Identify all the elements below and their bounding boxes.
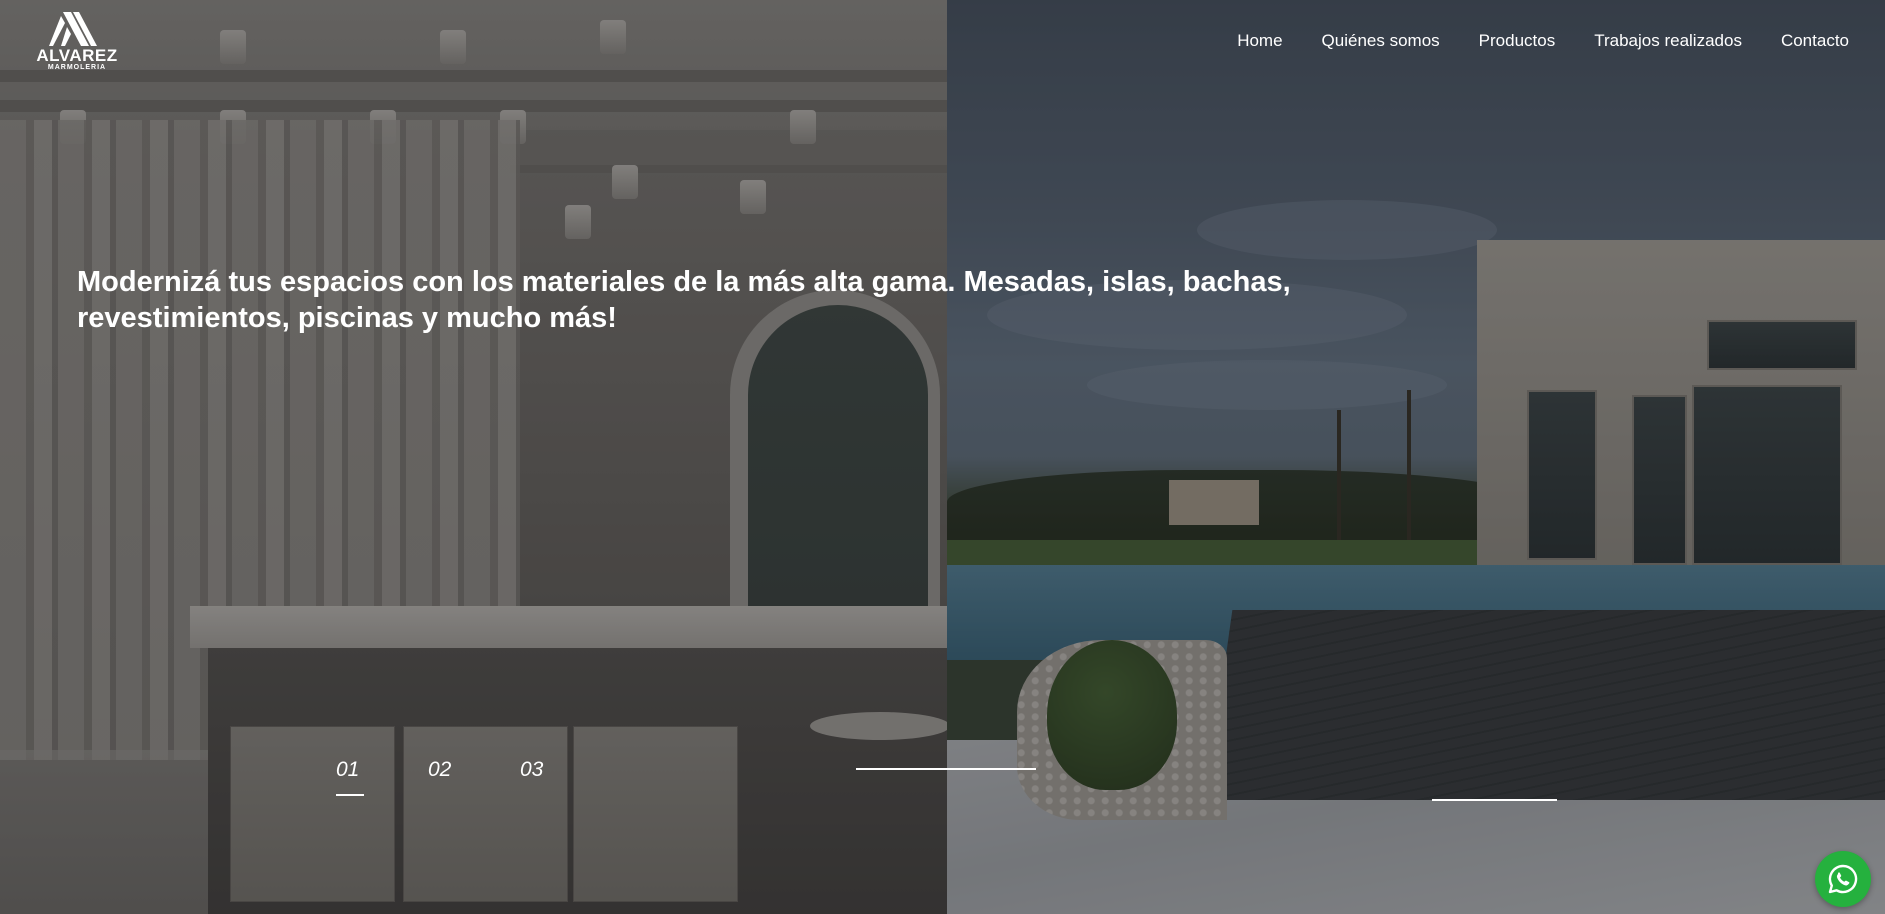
hero-section: ALVAREZ MARMOLERIA Home Quiénes somos Pr…: [0, 0, 1885, 914]
nav-item-productos[interactable]: Productos: [1479, 30, 1556, 52]
dark-overlay: [0, 0, 1885, 914]
nav-item-trabajos-realizados[interactable]: Trabajos realizados: [1594, 30, 1742, 52]
site-logo[interactable]: ALVAREZ MARMOLERIA: [32, 12, 122, 74]
main-nav: Home Quiénes somos Productos Trabajos re…: [1198, 30, 1849, 52]
slide-button-01[interactable]: 01: [336, 756, 428, 796]
whatsapp-icon: [1828, 864, 1858, 894]
nav-item-home[interactable]: Home: [1237, 30, 1282, 52]
slide-button-03[interactable]: 03: [520, 756, 612, 784]
decorative-line: [1432, 799, 1557, 801]
logo-subtitle: MARMOLERIA: [47, 64, 107, 71]
marble-peaks-logo-icon: [49, 12, 97, 46]
whatsapp-button[interactable]: [1815, 851, 1871, 907]
nav-item-contacto[interactable]: Contacto: [1781, 30, 1849, 52]
hero-headline: Modernizá tus espacios con los materiale…: [77, 266, 1291, 334]
slide-pagination: 01 02 03: [336, 756, 612, 796]
slide-button-02[interactable]: 02: [428, 756, 520, 784]
decorative-line: [856, 768, 1036, 770]
nav-item-quienes-somos[interactable]: Quiénes somos: [1322, 30, 1440, 52]
logo-brand: ALVAREZ: [36, 46, 118, 65]
